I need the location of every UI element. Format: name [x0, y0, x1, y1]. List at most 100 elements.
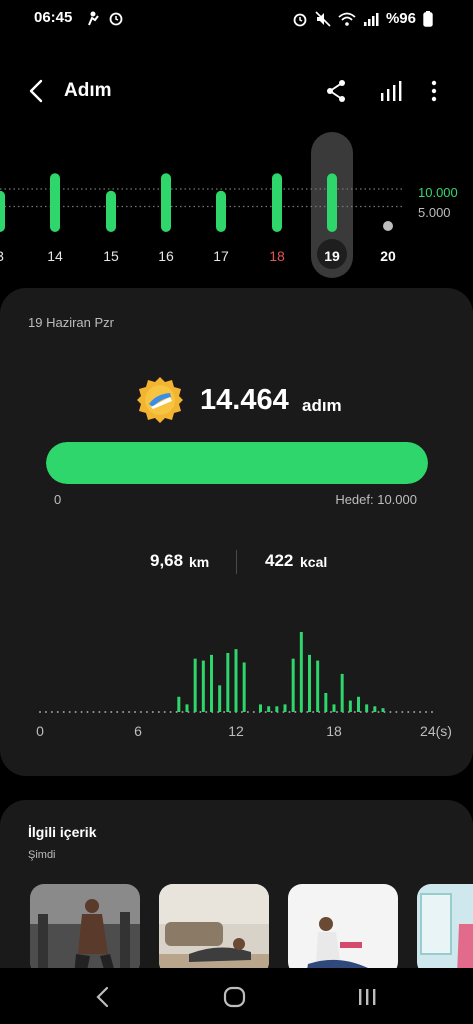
baseline-dot — [92, 711, 95, 713]
workout-image-icon — [159, 884, 269, 976]
hour-step-bar — [299, 632, 303, 712]
baseline-dot — [359, 711, 362, 713]
related-thumbnail[interactable] — [159, 884, 269, 976]
summary-date: 19 Haziran Pzr — [28, 315, 114, 330]
day-label[interactable]: 20 — [380, 248, 396, 264]
baseline-dot — [128, 711, 131, 713]
baseline-dot — [39, 711, 41, 713]
baseline-dot — [407, 711, 410, 713]
nav-recents-icon[interactable] — [352, 984, 382, 1010]
day-step-bar[interactable] — [327, 173, 337, 232]
bar-chart-icon[interactable] — [378, 78, 404, 104]
baseline-dot — [68, 711, 71, 713]
hour-step-bar — [348, 700, 352, 712]
baseline-dot — [199, 711, 202, 713]
baseline-dot — [145, 711, 148, 713]
baseline-dot — [98, 711, 101, 713]
nav-back-icon[interactable] — [88, 984, 118, 1010]
baseline-dot — [252, 711, 255, 713]
related-subtitle: Şimdi — [28, 849, 56, 861]
hour-step-bar — [267, 706, 271, 712]
signal-icon — [363, 12, 379, 26]
baseline-dot — [110, 711, 113, 713]
baseline-dot — [50, 711, 53, 713]
related-thumbnail[interactable] — [288, 884, 398, 976]
day-step-bar[interactable] — [106, 190, 116, 232]
baseline-dot — [205, 711, 208, 713]
nav-home-icon[interactable] — [220, 984, 250, 1010]
day-step-bar[interactable] — [0, 190, 5, 232]
hour-step-bar — [218, 685, 222, 712]
baseline-dot — [223, 711, 226, 713]
related-title: İlgili içerik — [28, 824, 97, 840]
hour-axis-labels: 0 6 12 18 24(s) — [0, 723, 473, 743]
distance-unit: km — [189, 554, 210, 570]
day-step-bar[interactable] — [50, 173, 60, 232]
step-unit: adım — [302, 396, 342, 415]
progress-min-label: 0 — [54, 492, 62, 507]
hour-step-bar — [332, 704, 336, 712]
day-label[interactable]: 15 — [103, 248, 119, 264]
week-day-labels: 3 14 15 16 17 18 19 20 — [0, 248, 473, 268]
day-label[interactable]: 16 — [158, 248, 174, 264]
goal-achieved-badge-icon — [137, 377, 183, 423]
baseline-dot — [134, 711, 137, 713]
baseline-dot — [371, 711, 374, 713]
step-progress-bar — [46, 442, 428, 484]
baseline-dot — [294, 711, 297, 713]
baseline-dot — [425, 711, 428, 713]
wifi-icon — [338, 12, 356, 26]
day-label[interactable]: 17 — [213, 248, 229, 264]
baseline-dot — [44, 711, 47, 713]
day-empty-dot[interactable] — [383, 221, 393, 231]
workout-image-icon — [30, 884, 140, 976]
day-step-bar[interactable] — [161, 173, 171, 232]
hour-step-bar — [177, 696, 181, 712]
day-label[interactable]: 19 — [324, 248, 340, 264]
related-thumbnail[interactable] — [30, 884, 140, 976]
hourly-steps-chart — [39, 632, 433, 713]
hour-step-bar — [381, 708, 385, 712]
hour-step-bar — [201, 660, 205, 712]
share-icon[interactable] — [324, 78, 348, 104]
back-arrow-icon[interactable] — [26, 78, 48, 104]
hour-tick-label: 18 — [326, 723, 342, 739]
activity-icon — [88, 11, 99, 26]
day-step-bar[interactable] — [216, 190, 226, 232]
hour-step-bar — [226, 652, 230, 712]
day-label[interactable]: 14 — [47, 248, 63, 264]
baseline-dot — [116, 711, 119, 713]
baseline-dot — [122, 711, 125, 713]
alarm-icon — [109, 12, 123, 26]
baseline-dot — [413, 711, 416, 713]
baseline-dot — [312, 711, 315, 713]
baseline-dot — [151, 711, 154, 713]
hour-step-bar — [242, 662, 246, 712]
baseline-dot — [80, 711, 83, 713]
baseline-dot — [139, 711, 142, 713]
baseline-dot — [353, 711, 356, 713]
day-step-bar[interactable] — [272, 173, 282, 232]
baseline-dot — [306, 711, 309, 713]
baseline-dot — [104, 711, 107, 713]
hour-step-bar — [365, 704, 369, 712]
day-label[interactable]: 3 — [0, 248, 4, 264]
baseline-dot — [377, 711, 380, 713]
related-thumbnail[interactable] — [417, 884, 473, 976]
baseline-dot — [56, 711, 59, 713]
baseline-dot — [62, 711, 65, 713]
hour-step-bar — [308, 654, 311, 712]
hour-tick-label: 6 — [134, 723, 142, 739]
hour-step-bar — [234, 649, 238, 712]
goal-label: Hedef: 10.000 — [335, 492, 417, 507]
baseline-dot — [74, 711, 77, 713]
more-options-icon[interactable] — [426, 78, 442, 104]
goal-high-label: 10.000 — [418, 185, 458, 200]
goal-low-label: 5.000 — [418, 205, 451, 220]
battery-icon — [423, 10, 433, 27]
day-label[interactable]: 18 — [269, 248, 285, 264]
step-progress-fill — [46, 442, 428, 484]
baseline-dot — [419, 711, 422, 713]
baseline-dot — [389, 711, 392, 713]
hour-tick-label: 24(s) — [420, 723, 452, 739]
